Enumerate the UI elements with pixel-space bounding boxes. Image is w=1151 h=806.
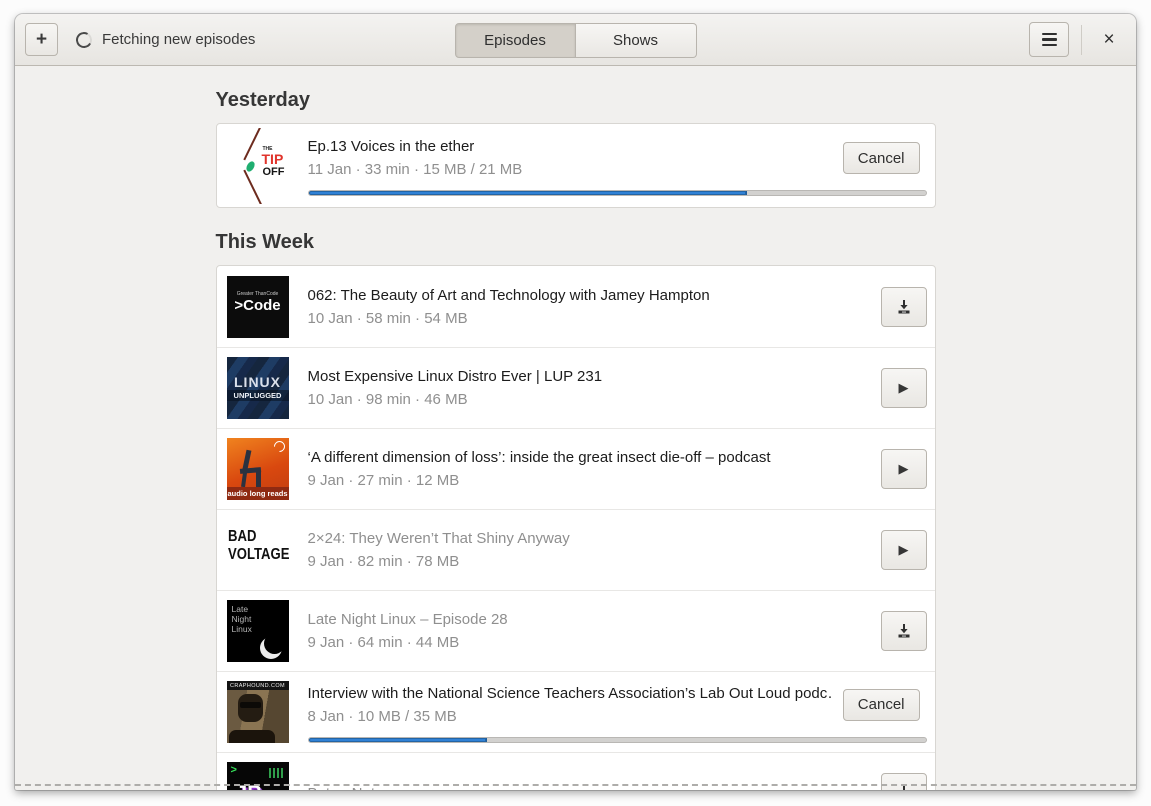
play-icon: ▶ bbox=[898, 461, 909, 477]
episode-meta: 11 Jan · 33 min · 15 MB / 21 MB bbox=[307, 161, 523, 178]
podcast-cover-the-tip-off: THE TIP OFF bbox=[226, 127, 289, 204]
play-button[interactable]: ▶ bbox=[880, 368, 927, 408]
episode-row-craphound: CRAPHOUND.COM Interview with the Nationa… bbox=[216, 671, 935, 752]
progress-fill bbox=[308, 737, 488, 742]
download-progressbar bbox=[307, 736, 927, 743]
view-switcher: Episodes Shows bbox=[454, 23, 697, 58]
tab-shows[interactable]: Shows bbox=[575, 23, 697, 58]
yesterday-card: THE TIP OFF Ep.13 Voices in the ether 11… bbox=[215, 123, 936, 208]
episode-row-bad-voltage: BAD VOLTAGE 2×24: They Weren’t That Shin… bbox=[216, 509, 935, 590]
episode-row-audio-long-reads: audio long reads ‘A different dimension … bbox=[216, 428, 935, 509]
play-button[interactable]: ▶ bbox=[880, 530, 927, 570]
podcast-cover-greater-than-code: Greater ThanCode >Code bbox=[226, 275, 289, 338]
section-title-yesterday: Yesterday bbox=[215, 89, 311, 111]
cancel-download-button[interactable]: Cancel bbox=[842, 142, 920, 174]
close-icon: × bbox=[1103, 28, 1115, 50]
headerbar: + Fetching new episodes Episodes Shows × bbox=[15, 14, 1136, 66]
podcast-cover-audio-long-reads: audio long reads bbox=[226, 438, 289, 500]
close-window-button[interactable]: × bbox=[1092, 23, 1126, 57]
episode-title: Interview with the National Science Teac… bbox=[307, 684, 831, 702]
play-icon: ▶ bbox=[898, 542, 909, 558]
add-podcast-button[interactable]: + bbox=[25, 23, 58, 56]
progress-fill bbox=[308, 191, 747, 195]
menu-button[interactable] bbox=[1029, 22, 1069, 57]
podcast-cover-late-night-linux: Late Night Linux bbox=[226, 600, 289, 662]
download-icon bbox=[898, 299, 909, 313]
section-title-this-week: This Week bbox=[215, 231, 315, 253]
hamburger-icon bbox=[1041, 32, 1057, 36]
episode-title: Ep.13 Voices in the ether bbox=[307, 138, 475, 155]
episode-meta: 10 Jan · 98 min · 46 MB bbox=[307, 391, 468, 408]
episode-meta: 10 Jan · 58 min · 54 MB bbox=[307, 309, 468, 327]
episode-row-linux-unplugged: LINUX UNPLUGGED Most Expensive Linux Dis… bbox=[216, 347, 935, 428]
episode-title: 062: The Beauty of Art and Technology wi… bbox=[307, 286, 710, 304]
episode-meta: 9 Jan · 27 min · 12 MB bbox=[307, 472, 460, 489]
podcast-cover-craphound: CRAPHOUND.COM bbox=[226, 681, 289, 743]
episode-title: 2×24: They Weren’t That Shiny Anyway bbox=[307, 530, 570, 547]
download-button[interactable] bbox=[880, 286, 927, 327]
tab-episodes[interactable]: Episodes bbox=[454, 23, 576, 58]
app-window: + Fetching new episodes Episodes Shows ×… bbox=[15, 14, 1136, 790]
spinner-icon bbox=[74, 29, 94, 50]
plus-icon: + bbox=[35, 28, 48, 50]
download-progressbar bbox=[307, 190, 927, 196]
episode-title: ‘A different dimension of loss’: inside … bbox=[307, 449, 771, 466]
status-text: Fetching new episodes bbox=[102, 31, 256, 48]
episode-title: Late Night Linux – Episode 28 bbox=[307, 611, 508, 628]
cancel-download-button[interactable]: Cancel bbox=[842, 688, 920, 721]
header-separator bbox=[1081, 24, 1082, 55]
download-button[interactable] bbox=[880, 611, 927, 651]
play-icon: ▶ bbox=[898, 380, 909, 396]
play-button[interactable]: ▶ bbox=[880, 449, 927, 489]
episode-row-late-night-linux: Late Night Linux Late Night Linux – Epis… bbox=[216, 590, 935, 671]
header-right: × bbox=[1029, 22, 1126, 57]
podcast-cover-bad-voltage: BAD VOLTAGE bbox=[226, 519, 289, 581]
download-button[interactable] bbox=[880, 773, 927, 790]
episode-meta: 8 Jan · 10 MB / 35 MB bbox=[307, 707, 457, 725]
episode-meta: 9 Jan · 82 min · 78 MB bbox=[307, 553, 460, 570]
episode-row-greater-than-code: Greater ThanCode >Code 062: The Beauty o… bbox=[217, 266, 935, 347]
episode-title: Most Expensive Linux Distro Ever | LUP 2… bbox=[307, 368, 603, 385]
this-week-card: Greater ThanCode >Code 062: The Beauty o… bbox=[215, 265, 936, 790]
podcast-cover-linux-unplugged: LINUX UNPLUGGED bbox=[226, 357, 289, 419]
episodes-view: Yesterday THE TIP OFF Ep.13 Voices in th… bbox=[15, 66, 1136, 790]
download-icon bbox=[898, 624, 909, 638]
episode-row-tipoff: THE TIP OFF Ep.13 Voices in the ether 11… bbox=[217, 124, 935, 207]
window-bottom-dashed-edge bbox=[15, 784, 1136, 786]
episode-meta: 9 Jan · 64 min · 44 MB bbox=[307, 634, 460, 651]
